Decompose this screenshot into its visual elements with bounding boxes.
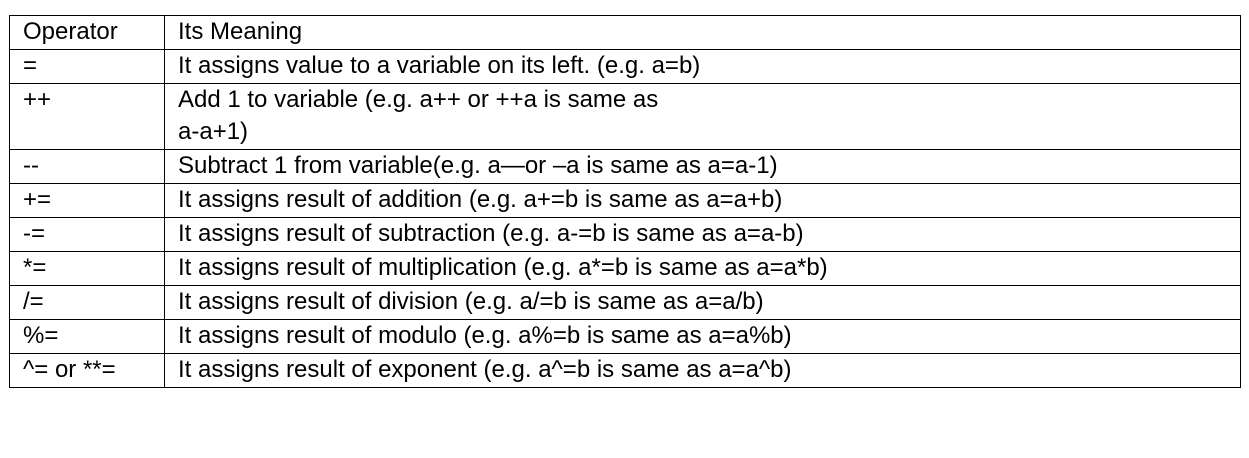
- table-row: = It assigns value to a variable on its …: [9, 49, 1241, 84]
- meaning-line: It assigns result of exponent (e.g. a^=b…: [178, 356, 792, 383]
- operator-cell: ++: [9, 83, 165, 150]
- meaning-line: It assigns result of division (e.g. a/=b…: [178, 288, 764, 315]
- table-row: %= It assigns result of modulo (e.g. a%=…: [9, 319, 1241, 354]
- meaning-cell: It assigns result of modulo (e.g. a%=b i…: [164, 319, 1241, 354]
- meaning-line: a-a+1): [178, 118, 249, 145]
- table-header-row: Operator Its Meaning: [9, 15, 1241, 50]
- meaning-cell: Add 1 to variable (e.g. a++ or ++a is sa…: [164, 83, 1241, 150]
- operator-cell: -=: [9, 217, 165, 252]
- operator-cell: /=: [9, 285, 165, 320]
- operators-table: Operator Its Meaning = It assigns value …: [9, 15, 1241, 388]
- meaning-line: It assigns result of multiplication (e.g…: [178, 254, 828, 281]
- meaning-cell: It assigns result of multiplication (e.g…: [164, 251, 1241, 286]
- meaning-line: It assigns result of subtraction (e.g. a…: [178, 220, 804, 247]
- table-row: ^= or **= It assigns result of exponent …: [9, 353, 1241, 388]
- table-row: ++ Add 1 to variable (e.g. a++ or ++a is…: [9, 83, 1241, 150]
- table-row: -- Subtract 1 from variable(e.g. a—or –a…: [9, 149, 1241, 184]
- table-row: /= It assigns result of division (e.g. a…: [9, 285, 1241, 320]
- meaning-cell: It assigns result of addition (e.g. a+=b…: [164, 183, 1241, 218]
- meaning-cell: Subtract 1 from variable(e.g. a—or –a is…: [164, 149, 1241, 184]
- meaning-line: It assigns result of addition (e.g. a+=b…: [178, 186, 783, 213]
- operator-cell: %=: [9, 319, 165, 354]
- operator-cell: *=: [9, 251, 165, 286]
- header-meaning: Its Meaning: [164, 15, 1241, 50]
- header-operator: Operator: [9, 15, 165, 50]
- meaning-cell: It assigns result of exponent (e.g. a^=b…: [164, 353, 1241, 388]
- meaning-line: It assigns value to a variable on its le…: [178, 52, 701, 79]
- operator-cell: +=: [9, 183, 165, 218]
- table-row: += It assigns result of addition (e.g. a…: [9, 183, 1241, 218]
- meaning-line: It assigns result of modulo (e.g. a%=b i…: [178, 322, 792, 349]
- operator-cell: =: [9, 49, 165, 84]
- meaning-line: Add 1 to variable (e.g. a++ or ++a is sa…: [178, 86, 659, 113]
- meaning-cell: It assigns value to a variable on its le…: [164, 49, 1241, 84]
- operator-cell: --: [9, 149, 165, 184]
- table-row: -= It assigns result of subtraction (e.g…: [9, 217, 1241, 252]
- meaning-line: Subtract 1 from variable(e.g. a—or –a is…: [178, 152, 778, 179]
- meaning-cell: It assigns result of division (e.g. a/=b…: [164, 285, 1241, 320]
- table-row: *= It assigns result of multiplication (…: [9, 251, 1241, 286]
- meaning-cell: It assigns result of subtraction (e.g. a…: [164, 217, 1241, 252]
- operator-cell: ^= or **=: [9, 353, 165, 388]
